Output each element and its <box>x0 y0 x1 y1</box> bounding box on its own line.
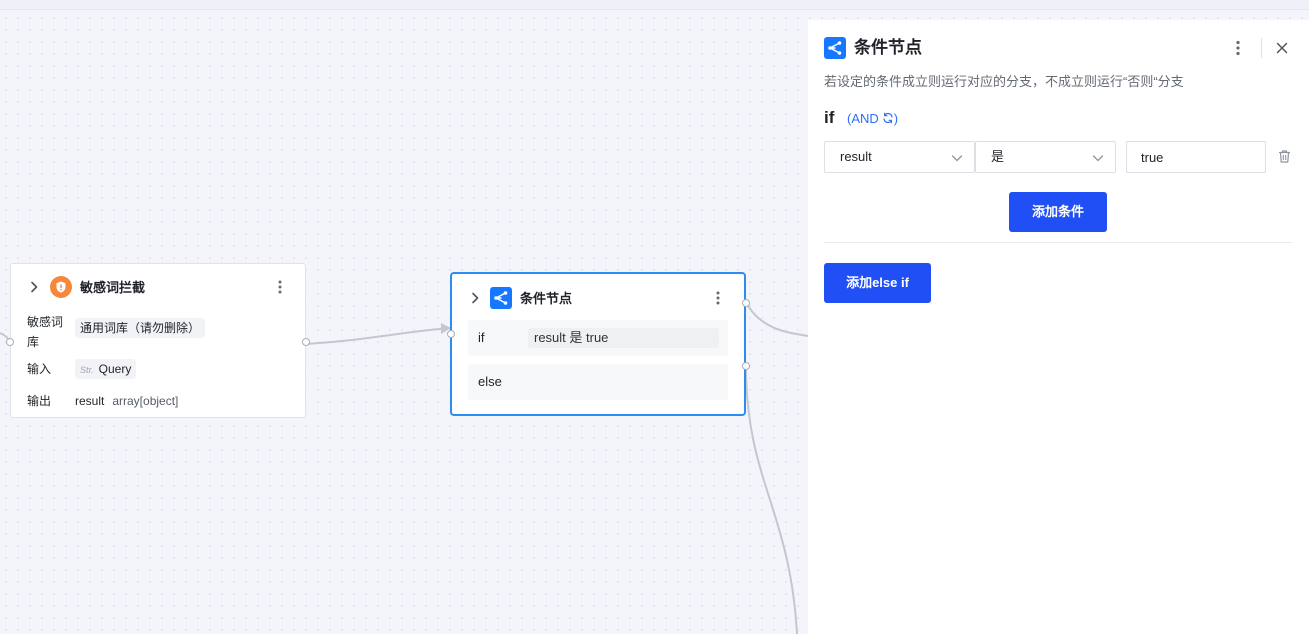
node-sensitive-word-filter[interactable]: 敏感词拦截 敏感词库 通用词库（请勿删除） 输入 Str. Query 输出 re… <box>6 263 310 418</box>
chevron-down-icon <box>1091 151 1105 165</box>
output-name: result <box>75 394 105 408</box>
condition-value-input[interactable] <box>1126 141 1266 173</box>
node-title: 敏感词拦截 <box>80 280 146 295</box>
input-value-text: Query <box>98 362 132 376</box>
trash-icon[interactable] <box>1277 149 1292 164</box>
shield-icon <box>50 276 72 298</box>
output-value: result array[object] <box>75 393 178 409</box>
node-header: 条件节点 <box>452 274 744 320</box>
branch-if-expression: result 是 true <box>528 328 719 348</box>
branch-icon <box>490 287 512 309</box>
chevron-right-icon[interactable] <box>27 280 41 294</box>
field-label-lexicon: 敏感词库 <box>27 315 64 349</box>
port-if-output[interactable] <box>742 299 750 307</box>
panel-title: 条件节点 <box>854 38 922 57</box>
port-input[interactable] <box>447 330 455 338</box>
logic-toggle-label: (AND <box>847 111 879 126</box>
if-section-label: if <box>824 108 835 127</box>
add-condition-button[interactable]: 添加条件 <box>1009 192 1107 232</box>
chevron-down-icon <box>950 151 964 165</box>
condition-operator-select[interactable]: 是 <box>975 141 1116 173</box>
edge-if-branch <box>745 301 809 337</box>
close-icon[interactable] <box>1275 41 1289 55</box>
selected-value: 是 <box>991 149 1005 164</box>
branch-else-label: else <box>478 374 502 389</box>
output-type: array[object] <box>112 394 179 408</box>
port-else-output[interactable] <box>742 362 750 370</box>
branch-else[interactable]: else <box>468 364 728 400</box>
more-vertical-icon[interactable] <box>712 290 724 306</box>
field-label-input: 输入 <box>27 362 52 376</box>
edge-sensitive-to-condition <box>305 327 451 345</box>
input-value-tag: Str. Query <box>75 359 137 379</box>
refresh-icon <box>883 112 893 124</box>
string-type-badge: Str. <box>80 365 94 375</box>
more-vertical-icon[interactable] <box>1231 39 1245 57</box>
node-condition[interactable]: 条件节点 if result 是 true else <box>447 272 750 416</box>
field-label-output: 输出 <box>27 394 52 408</box>
condition-variable-select[interactable]: result <box>824 141 975 173</box>
add-else-if-button[interactable]: 添加else if <box>824 263 931 303</box>
chevron-right-icon[interactable] <box>468 291 482 305</box>
port-output[interactable] <box>302 338 310 346</box>
header-divider <box>1261 38 1262 58</box>
more-vertical-icon[interactable] <box>274 279 286 295</box>
lexicon-value-tag: 通用词库（请勿删除） <box>75 318 206 338</box>
section-divider <box>824 242 1292 243</box>
branch-if[interactable]: if result 是 true <box>468 320 728 356</box>
node-header: 敏感词拦截 <box>11 264 305 310</box>
logic-toggle-close: ) <box>893 111 899 126</box>
selected-value: result <box>840 149 872 164</box>
canvas-top-strip <box>0 0 1309 10</box>
edge-else-branch <box>745 365 798 634</box>
branch-if-label: if <box>478 330 485 345</box>
node-title: 条件节点 <box>520 291 573 306</box>
port-input[interactable] <box>6 338 14 346</box>
logic-toggle[interactable]: (AND) <box>847 110 898 128</box>
condition-properties-panel: 条件节点 若设定的条件成立则运行对应的分支，不成立则运行“否则“分支 if (A… <box>808 20 1309 634</box>
panel-description: 若设定的条件成立则运行对应的分支，不成立则运行“否则“分支 <box>824 74 1184 89</box>
branch-icon <box>824 37 846 59</box>
